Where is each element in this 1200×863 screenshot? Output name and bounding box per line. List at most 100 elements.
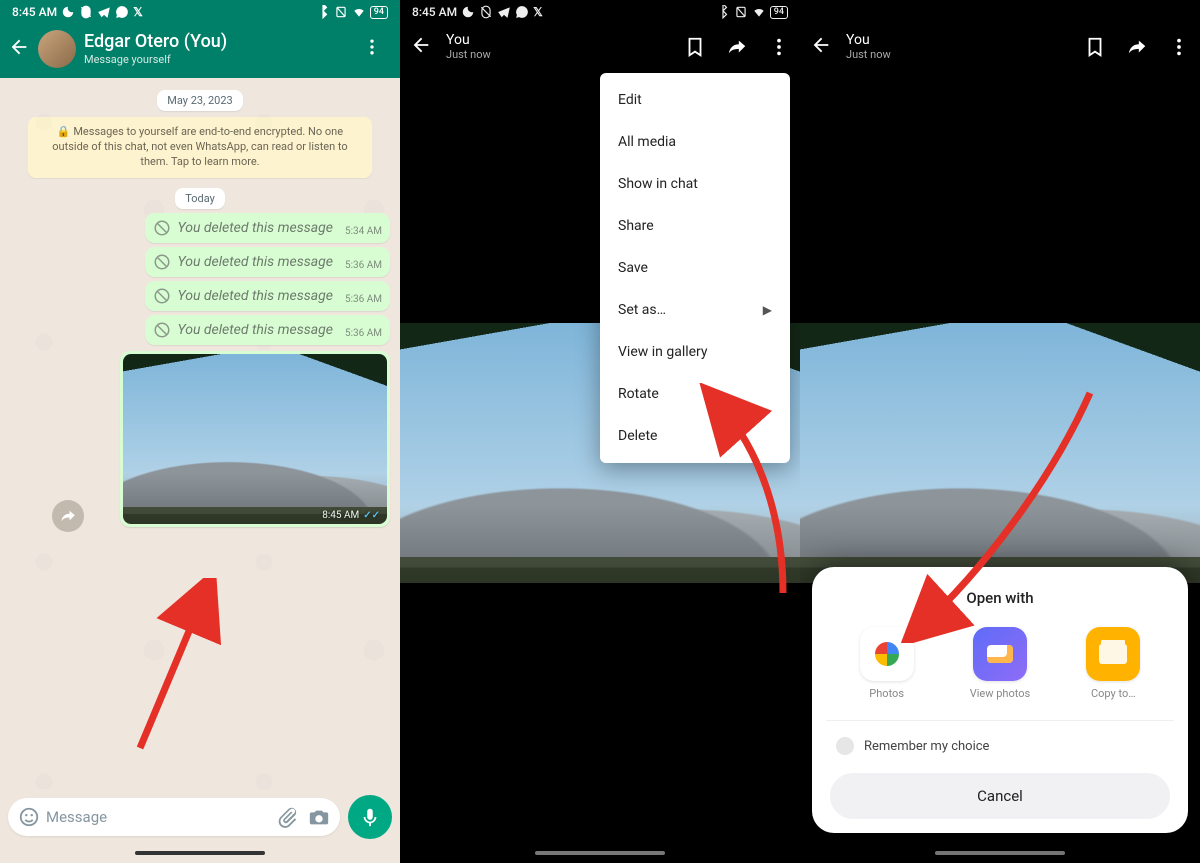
more-menu-button[interactable] (1168, 36, 1190, 58)
more-menu-button[interactable] (352, 31, 392, 67)
menu-save[interactable]: Save (600, 247, 790, 289)
message-placeholder: Message (46, 808, 276, 826)
menu-delete[interactable]: Delete (600, 415, 790, 457)
chat-area[interactable]: May 23, 2023 🔒 Messages to yourself are … (0, 78, 400, 789)
moon-icon (61, 5, 75, 19)
chat-title-block[interactable]: Edgar Otero (You) Message yourself (84, 32, 227, 66)
image-meta: 8:45 AM ✓✓ (322, 510, 380, 521)
status-bar: 8:45 AM 𝕏 94 (400, 0, 800, 24)
back-button[interactable] (8, 36, 30, 62)
open-with-sheet: Open with Photos View photo (812, 567, 1188, 833)
open-with-photos[interactable]: Photos (847, 627, 927, 700)
msg-time: 5:36 AM (345, 328, 382, 339)
no-entry-icon (153, 287, 171, 305)
whatsapp-status-icon (515, 5, 529, 19)
message-input[interactable]: Message (8, 798, 340, 836)
cancel-button[interactable]: Cancel (830, 773, 1170, 819)
screenshot-open-with-sheet: You Just now Open with (800, 0, 1200, 863)
deleted-message[interactable]: You deleted this message 5:36 AM (145, 281, 390, 311)
menu-rotate[interactable]: Rotate (600, 373, 790, 415)
msg-time: 5:34 AM (345, 226, 382, 237)
attach-icon[interactable] (276, 806, 298, 828)
screenshot-media-viewer-menu: 8:45 AM 𝕏 94 You Just now (400, 0, 800, 863)
chat-photo (123, 354, 387, 524)
photo-message[interactable]: 8:45 AM ✓✓ (120, 351, 390, 527)
contact-subtitle: Message yourself (84, 53, 227, 66)
no-sim-icon (334, 5, 348, 19)
read-ticks-icon: ✓✓ (363, 510, 380, 521)
google-photos-icon (860, 627, 914, 681)
no-entry-icon (153, 253, 171, 271)
media-sender: You (446, 32, 491, 48)
menu-set-as[interactable]: Set as…▶ (600, 289, 790, 331)
emoji-icon[interactable] (18, 806, 40, 828)
wifi-icon (352, 5, 366, 19)
menu-view-in-gallery[interactable]: View in gallery (600, 331, 790, 373)
msg-time: 5:36 AM (345, 294, 382, 305)
date-chip: May 23, 2023 (157, 90, 242, 111)
media-viewer-header: You Just now (400, 24, 800, 73)
battery-level: 94 (770, 6, 788, 19)
mic-button[interactable] (348, 795, 392, 839)
encryption-notice[interactable]: 🔒 Messages to yourself are end-to-end en… (28, 117, 372, 178)
x-icon: 𝕏 (133, 5, 143, 19)
status-bar (800, 0, 1200, 24)
deleted-message[interactable]: You deleted this message 5:36 AM (145, 315, 390, 345)
avatar[interactable] (38, 30, 76, 68)
annotation-arrow (120, 578, 240, 758)
nav-bar (0, 843, 400, 863)
status-time: 8:45 AM (412, 5, 457, 19)
media-viewer-header: You Just now (800, 24, 1200, 73)
overflow-menu: Edit All media Show in chat Share Save S… (600, 73, 790, 463)
screenshot-whatsapp-chat: 8:45 AM 𝕏 94 Edgar Otero (You) Message y… (0, 0, 400, 863)
menu-show-in-chat[interactable]: Show in chat (600, 163, 790, 205)
chat-header: Edgar Otero (You) Message yourself (0, 24, 400, 78)
deleted-message[interactable]: You deleted this message 5:34 AM (145, 213, 390, 243)
camera-icon[interactable] (308, 806, 330, 828)
divider (826, 720, 1174, 721)
telegram-icon (497, 5, 511, 19)
back-button[interactable] (410, 34, 432, 60)
deleted-message[interactable]: You deleted this message 5:36 AM (145, 247, 390, 277)
compose-bar: Message (0, 789, 400, 843)
whatsapp-status-icon (115, 5, 129, 19)
no-entry-icon (153, 219, 171, 237)
forward-icon[interactable] (1126, 36, 1148, 58)
nav-bar (400, 843, 800, 863)
radio-icon (836, 737, 854, 755)
wifi-icon (752, 5, 766, 19)
no-entry-icon (153, 321, 171, 339)
moon-icon (461, 5, 475, 19)
menu-edit[interactable]: Edit (600, 79, 790, 121)
back-button[interactable] (810, 34, 832, 60)
nav-bar (800, 843, 1200, 863)
open-with-view-photos[interactable]: View photos (960, 627, 1040, 700)
fullscreen-photo[interactable] (800, 323, 1200, 583)
bluetooth-icon (316, 5, 330, 19)
sheet-title: Open with (830, 589, 1170, 607)
date-chip: Today (175, 188, 225, 209)
no-sim-icon (734, 5, 748, 19)
status-bar: 8:45 AM 𝕏 94 (0, 0, 400, 24)
more-menu-button[interactable] (768, 36, 790, 58)
open-with-copy-to[interactable]: Copy to… (1073, 627, 1153, 700)
status-time: 8:45 AM (12, 5, 57, 19)
battery-level: 94 (370, 6, 388, 19)
bookmark-icon[interactable] (684, 36, 706, 58)
menu-share[interactable]: Share (600, 205, 790, 247)
msg-time: 5:36 AM (345, 260, 382, 271)
files-app-icon (1086, 627, 1140, 681)
x-icon: 𝕏 (533, 5, 543, 19)
dnd-icon (479, 5, 493, 19)
menu-all-media[interactable]: All media (600, 121, 790, 163)
gallery-app-icon (973, 627, 1027, 681)
chevron-right-icon: ▶ (763, 303, 772, 317)
bookmark-icon[interactable] (1084, 36, 1106, 58)
forward-icon[interactable] (726, 36, 748, 58)
remember-choice-toggle[interactable]: Remember my choice (830, 733, 1170, 773)
telegram-icon (97, 5, 111, 19)
contact-name: Edgar Otero (You) (84, 32, 227, 53)
media-sender: You (846, 32, 891, 48)
media-time: Just now (446, 48, 491, 61)
forward-button[interactable] (52, 500, 84, 532)
